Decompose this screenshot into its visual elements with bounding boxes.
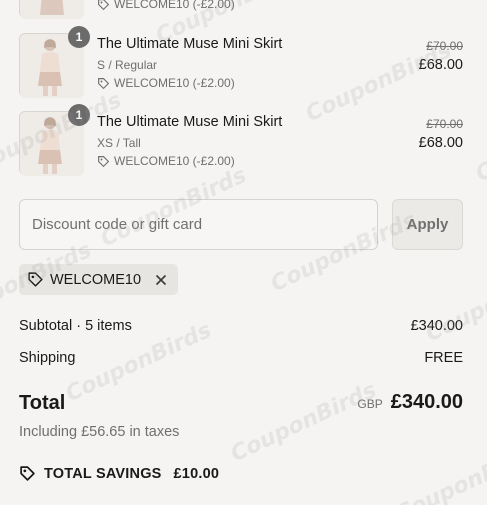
product-variant: XS / Tall [97, 136, 141, 150]
product-title: The Ultimate Muse Mini Skirt [97, 36, 283, 52]
line-item-discount-text: WELCOME10 (-£2.00) [114, 154, 235, 168]
line-item-discount-text: WELCOME10 (-£2.00) [114, 76, 235, 90]
applied-discount-chip: WELCOME10 [19, 264, 179, 295]
subtotal-value: £340.00 [410, 318, 463, 334]
product-thumbnail [19, 0, 84, 19]
discounted-price: £68.00 [418, 135, 463, 151]
shipping-value: FREE [424, 350, 463, 366]
savings-value: £10.00 [173, 465, 220, 482]
total-label: Total [19, 392, 66, 414]
savings-label: TOTAL SAVINGS [44, 465, 162, 482]
taxes-note: Including £56.65 in taxes [19, 424, 180, 440]
product-variant: S / Regular [97, 58, 158, 72]
currency-code: GBP [357, 397, 383, 411]
line-item-discount: WELCOME10 (-£2.00) [97, 76, 235, 90]
total-value: £340.00 [390, 391, 463, 413]
tag-icon [98, 77, 110, 89]
product-title: The Ultimate Muse Mini Skirt [97, 114, 283, 130]
total-amount: GBP £340.00 [357, 391, 463, 414]
watermark: CouponBirds [472, 97, 487, 188]
line-item: WELCOME10 (-£2.00) [19, 0, 463, 19]
shipping-label: Shipping [19, 350, 76, 366]
tag-icon [28, 272, 43, 287]
applied-discount-code: WELCOME10 [50, 271, 142, 288]
quantity-badge: 1 [68, 26, 90, 48]
close-icon[interactable] [153, 272, 169, 288]
tag-icon [98, 0, 110, 10]
shipping-row: Shipping FREE [19, 350, 463, 366]
tag-icon [98, 155, 110, 167]
line-item: 1 The Ultimate Muse Mini Skirt S / Regul… [19, 26, 463, 98]
subtotal-label: Subtotal · 5 items [19, 318, 132, 334]
original-price: £70.00 [426, 117, 463, 131]
line-item: 1 The Ultimate Muse Mini Skirt XS / Tall… [19, 104, 463, 176]
watermark: CouponBirds [392, 437, 487, 505]
discounted-price: £68.00 [418, 57, 463, 73]
discount-code-input[interactable] [19, 199, 378, 250]
line-item-discount-text: WELCOME10 (-£2.00) [114, 0, 235, 11]
subtotal-row: Subtotal · 5 items £340.00 [19, 318, 463, 334]
line-item-discount: WELCOME10 (-£2.00) [97, 154, 235, 168]
original-price: £70.00 [426, 39, 463, 53]
product-thumbnail: 1 [19, 26, 90, 98]
tag-icon [20, 466, 35, 481]
line-item-discount: WELCOME10 (-£2.00) [97, 0, 235, 11]
quantity-badge: 1 [68, 104, 90, 126]
total-savings: TOTAL SAVINGS £10.00 [19, 465, 219, 482]
product-thumbnail: 1 [19, 104, 90, 176]
apply-button[interactable]: Apply [392, 199, 463, 250]
